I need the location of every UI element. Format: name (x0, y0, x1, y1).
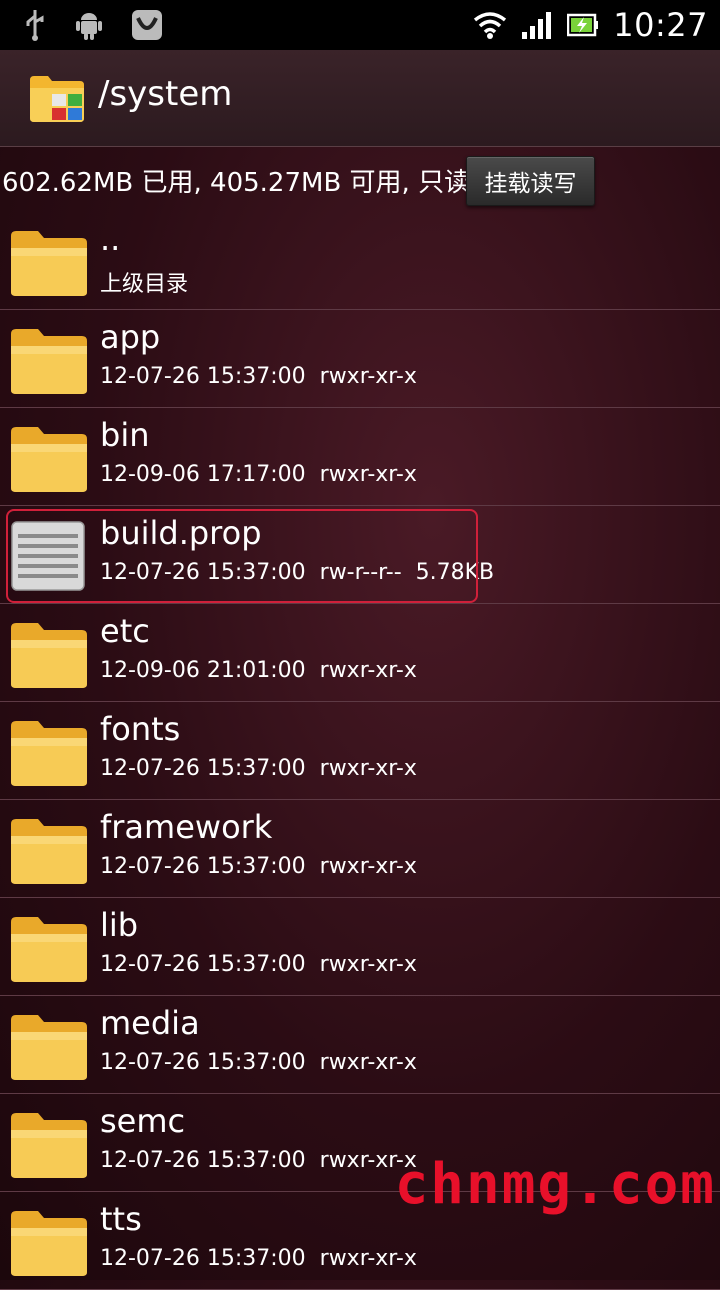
file-meta: 12-07-26 15:37:00 rwxr-xr-x (100, 952, 417, 977)
folder-row[interactable]: bin 12-09-06 17:17:00 rwxr-xr-x (0, 408, 720, 506)
folder-row[interactable]: app 12-07-26 15:37:00 rwxr-xr-x (0, 310, 720, 408)
folder-icon (11, 623, 87, 688)
file-name: app (100, 318, 161, 356)
file-name: bin (100, 416, 150, 454)
folder-icon (11, 819, 87, 884)
folder-icon (11, 329, 87, 394)
watermark: chnmg.com (394, 1152, 716, 1217)
file-meta: 12-07-26 15:37:00 rwxr-xr-x (100, 1246, 417, 1271)
signal-icon (522, 12, 552, 39)
file-meta: 12-09-06 17:17:00 rwxr-xr-x (100, 462, 417, 487)
battery-icon (567, 13, 599, 37)
file-name: framework (100, 808, 273, 846)
folder-icon (11, 231, 87, 296)
file-name: tts (100, 1200, 142, 1238)
download-icon (132, 10, 162, 40)
wifi-icon (474, 12, 507, 39)
file-meta: 上级目录 (100, 272, 189, 297)
storage-info-row: 602.62MB 已用, 405.27MB 可用, 只读 挂载读写 (0, 150, 720, 210)
folder-row[interactable]: media 12-07-26 15:37:00 rwxr-xr-x (0, 996, 720, 1094)
file-name: semc (100, 1102, 186, 1140)
folder-row[interactable]: etc 12-09-06 21:01:00 rwxr-xr-x (0, 604, 720, 702)
usb-icon (26, 10, 44, 41)
folder-row[interactable]: fonts 12-07-26 15:37:00 rwxr-xr-x (0, 702, 720, 800)
file-name: media (100, 1004, 200, 1042)
file-list: .. 上级目录 app 12-07-26 15:37:00 rwxr-xr-x bin 1… (0, 212, 720, 1290)
file-name: fonts (100, 710, 181, 748)
folder-icon (11, 1211, 87, 1276)
folder-icon (11, 427, 87, 492)
status-bar: 10:27 (0, 0, 720, 50)
folder-icon (11, 721, 87, 786)
storage-text: 602.62MB 已用, 405.27MB 可用, 只读 (2, 168, 471, 198)
folder-icon (11, 1015, 87, 1080)
file-row[interactable]: build.prop 12-07-26 15:37:00 rw-r--r-- 5.… (0, 506, 720, 604)
title-bar: /system (0, 50, 720, 147)
folder-row[interactable]: .. 上级目录 (0, 212, 720, 310)
folder-icon (11, 917, 87, 982)
file-name: .. (100, 220, 121, 258)
file-name: build.prop (100, 514, 262, 552)
file-name: lib (100, 906, 139, 944)
file-meta: 12-07-26 15:37:00 rwxr-xr-x (100, 1050, 417, 1075)
file-meta: 12-07-26 15:37:00 rwxr-xr-x (100, 854, 417, 879)
folder-icon (11, 1113, 87, 1178)
file-meta: 12-07-26 15:37:00 rwxr-xr-x (100, 756, 417, 781)
file-meta: 12-07-26 15:37:00 rwxr-xr-x (100, 1148, 417, 1173)
file-meta: 12-09-06 21:01:00 rwxr-xr-x (100, 658, 417, 683)
folder-row[interactable]: framework 12-07-26 15:37:00 rwxr-xr-x (0, 800, 720, 898)
file-meta: 12-07-26 15:37:00 rw-r--r-- 5.78KB (100, 560, 495, 585)
mount-rw-button[interactable]: 挂载读写 (466, 156, 595, 206)
document-icon (11, 521, 85, 591)
file-name: etc (100, 612, 150, 650)
clock: 10:27 (613, 6, 708, 44)
folder-app-icon (30, 76, 84, 122)
page-title: /system (98, 74, 233, 114)
file-meta: 12-07-26 15:37:00 rwxr-xr-x (100, 364, 417, 389)
folder-row[interactable]: lib 12-07-26 15:37:00 rwxr-xr-x (0, 898, 720, 996)
android-icon (76, 13, 102, 40)
